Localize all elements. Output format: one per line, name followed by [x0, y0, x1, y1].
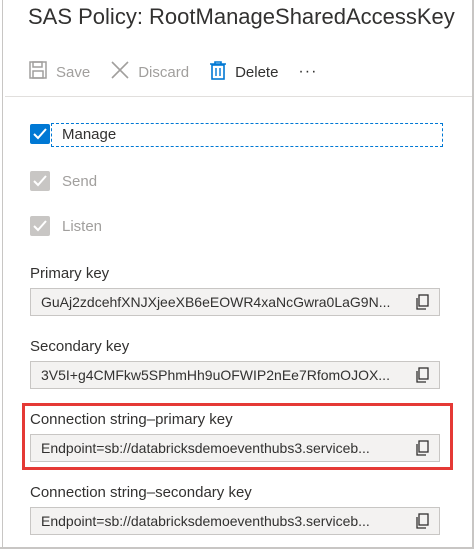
send-label: Send	[62, 172, 98, 190]
primary-key-field[interactable]: GuAj2zdcehfXNJXjeeXB6eEOWR4xaNcGwra0LaG9…	[30, 288, 440, 316]
send-checkbox[interactable]: Send	[30, 171, 97, 191]
discard-label: Discard	[138, 63, 190, 81]
discard-button[interactable]: Discard	[110, 60, 189, 84]
checkbox-checked-icon	[30, 216, 50, 236]
checkbox-checked-icon	[30, 171, 50, 191]
primary-key-label: Primary key	[30, 265, 110, 282]
conn-secondary-label: Connection string–secondary key	[30, 484, 252, 501]
save-button[interactable]: Save	[28, 60, 90, 84]
checkbox-checked-icon	[30, 124, 50, 144]
manage-checkbox[interactable]: Manage	[30, 124, 116, 144]
listen-checkbox[interactable]: Listen	[30, 216, 102, 236]
conn-secondary-field[interactable]: Endpoint=sb://databricksdemoeventhubs3.s…	[30, 507, 440, 535]
more-options-button[interactable]: ···	[298, 63, 317, 81]
save-label: Save	[56, 63, 91, 81]
secondary-key-label: Secondary key	[30, 338, 130, 355]
conn-secondary-value: Endpoint=sb://databricksdemoeventhubs3.s…	[41, 513, 370, 529]
trash-icon	[209, 60, 227, 84]
primary-key-value: GuAj2zdcehfXNJXjeeXB6eEOWR4xaNcGwra0LaG9…	[41, 294, 391, 310]
delete-button[interactable]: Delete	[209, 60, 278, 84]
page-title: SAS Policy: RootManageSharedAccessKey	[28, 4, 455, 29]
copy-icon[interactable]	[415, 294, 431, 310]
manage-label: Manage	[62, 125, 117, 143]
toolbar: Save Discard Delete ···	[28, 58, 317, 86]
highlight-box	[22, 403, 453, 470]
toolbar-divider	[5, 96, 472, 97]
copy-icon[interactable]	[415, 513, 431, 529]
sas-policy-panel: SAS Policy: RootManageSharedAccessKey Sa…	[0, 0, 474, 549]
panel-border	[2, 0, 3, 549]
close-icon	[110, 60, 130, 84]
secondary-key-field[interactable]: 3V5I+g4CMFkw5SPhmHh9uOFWIP2nEe7RfomOJOX.…	[30, 361, 440, 389]
listen-label: Listen	[62, 217, 103, 235]
delete-label: Delete	[235, 63, 279, 81]
save-icon	[28, 60, 48, 84]
secondary-key-value: 3V5I+g4CMFkw5SPhmHh9uOFWIP2nEe7RfomOJOX.…	[41, 367, 390, 383]
copy-icon[interactable]	[415, 367, 431, 383]
